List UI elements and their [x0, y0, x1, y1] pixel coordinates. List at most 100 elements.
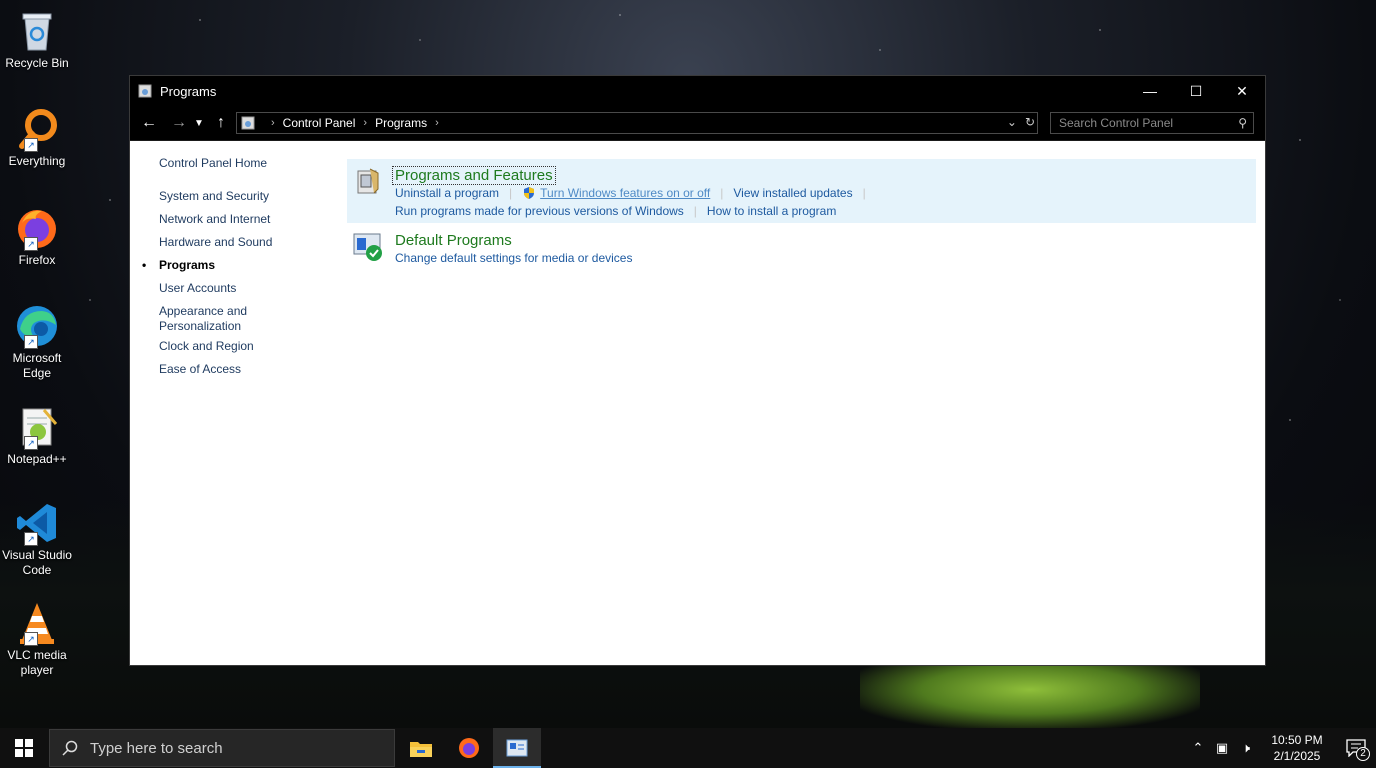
desktop-icon-everything[interactable]: ↗ Everything: [2, 106, 72, 169]
desktop-icon-microsoft-edge[interactable]: ↗ Microsoft Edge: [2, 303, 72, 381]
programs-and-features-link[interactable]: Programs and Features: [392, 166, 556, 185]
shortcut-arrow-icon: ↗: [24, 632, 38, 646]
nav-user-accounts[interactable]: User Accounts: [159, 281, 349, 304]
default-programs-link[interactable]: Default Programs: [395, 232, 512, 249]
link-separator: |: [862, 186, 866, 200]
clock-date: 2/1/2025: [1273, 749, 1321, 763]
nav-system-and-security[interactable]: System and Security: [159, 189, 349, 212]
minimize-button[interactable]: —: [1127, 76, 1173, 106]
desktop-icon-vlc-media-player[interactable]: ↗ VLC media player: [2, 600, 72, 678]
chevron-up-icon: ⌃: [1192, 740, 1204, 755]
window-titlebar[interactable]: Programs — ☐ ✕: [130, 76, 1265, 106]
desktop-icon-firefox[interactable]: ↗ Firefox: [2, 205, 72, 268]
desktop-icon-label: Everything: [8, 154, 66, 168]
desktop-icon-recycle-bin[interactable]: Recycle Bin: [2, 8, 72, 71]
windows-logo-icon: [15, 739, 33, 757]
shortcut-arrow-icon: ↗: [24, 436, 38, 450]
maximize-button[interactable]: ☐: [1173, 76, 1219, 106]
programs-and-features-links-row2: Run programs made for previous versions …: [395, 204, 836, 218]
minimize-icon: —: [1143, 83, 1157, 99]
default-programs-links: Change default settings for media or dev…: [395, 251, 632, 265]
arrow-up-icon: ↑: [217, 114, 225, 131]
notification-count-badge: 2: [1356, 747, 1370, 761]
change-default-settings-link[interactable]: Change default settings for media or dev…: [395, 251, 632, 265]
taskbar-search-placeholder: Type here to search: [90, 739, 223, 757]
search-icon: [62, 740, 78, 756]
shortcut-arrow-icon: ↗: [24, 138, 38, 152]
nav-clock-and-region[interactable]: Clock and Region: [159, 339, 349, 362]
start-button[interactable]: [0, 728, 48, 768]
taskbar-search-box[interactable]: Type here to search: [49, 729, 395, 767]
network-icon: ▣: [1215, 740, 1229, 755]
breadcrumb-separator-icon: ›: [435, 117, 439, 129]
system-tray: ⌃ ▣ 🕨 10:50 PM 2/1/2025 2: [1186, 728, 1376, 768]
show-hidden-icons-button[interactable]: ⌃: [1186, 740, 1210, 756]
breadcrumb-separator-icon: ›: [363, 117, 368, 129]
desktop-icon-label: Recycle Bin: [5, 56, 69, 70]
navigation-bar: ← → ▼ ↑ › Control Panel › Programs › ⌄ ↻…: [130, 106, 1265, 141]
network-button[interactable]: ▣: [1210, 740, 1234, 756]
wallpaper-tent-glow: [860, 664, 1200, 728]
uninstall-program-link[interactable]: Uninstall a program: [395, 186, 499, 200]
turn-windows-features-link[interactable]: Turn Windows features on or off: [540, 186, 710, 200]
nav-programs-current: Programs: [142, 258, 349, 281]
desktop-icon-notepad-plus-plus[interactable]: ↗ Notepad++: [2, 404, 72, 467]
vlc-icon: ↗: [14, 600, 60, 646]
taskbar-firefox[interactable]: [445, 728, 493, 768]
forward-button[interactable]: →: [167, 111, 191, 135]
programs-and-features-icon: [357, 168, 379, 194]
shortcut-arrow-icon: ↗: [24, 237, 38, 251]
link-separator: |: [509, 186, 513, 200]
breadcrumb-separator-icon: ›: [271, 117, 275, 129]
edge-icon: ↗: [14, 303, 60, 349]
chevron-down-icon: ▼: [194, 117, 204, 129]
refresh-button[interactable]: ↻: [1025, 115, 1035, 129]
view-installed-updates-link[interactable]: View installed updates: [733, 186, 852, 200]
taskbar-control-panel[interactable]: [493, 728, 541, 768]
nav-appearance-and-personalization[interactable]: Appearance and Personalization: [159, 304, 259, 339]
breadcrumb-programs[interactable]: Programs: [375, 116, 427, 130]
how-to-install-link[interactable]: How to install a program: [707, 204, 836, 218]
nav-network-and-internet[interactable]: Network and Internet: [159, 212, 349, 235]
notepad-plus-plus-icon: ↗: [14, 404, 60, 450]
nav-ease-of-access[interactable]: Ease of Access: [159, 362, 349, 385]
arrow-left-icon: ←: [141, 114, 157, 131]
address-bar[interactable]: › Control Panel › Programs › ⌄ ↻: [236, 112, 1038, 134]
link-separator: |: [693, 204, 697, 218]
programs-and-features-links-row1: Uninstall a program | Turn Windows featu…: [395, 186, 876, 200]
notification-center-button[interactable]: 2: [1336, 728, 1376, 768]
default-programs-icon: [353, 233, 382, 261]
control-panel-icon: [138, 84, 152, 98]
control-panel-icon: [506, 739, 528, 757]
desktop-icon-visual-studio-code[interactable]: ↗ Visual Studio Code: [2, 500, 72, 578]
nav-hardware-and-sound[interactable]: Hardware and Sound: [159, 235, 349, 258]
link-separator: |: [720, 186, 724, 200]
volume-button[interactable]: 🕨: [1234, 740, 1258, 756]
run-older-programs-link[interactable]: Run programs made for previous versions …: [395, 204, 684, 218]
breadcrumb-control-panel[interactable]: Control Panel: [283, 116, 356, 130]
taskbar-file-explorer[interactable]: [397, 728, 445, 768]
window-title: Programs: [160, 83, 217, 99]
desktop-icon-label: Firefox: [18, 253, 56, 267]
control-panel-window: Programs — ☐ ✕ ← → ▼ ↑ › Control Panel ›…: [129, 75, 1266, 666]
nav-control-panel-home[interactable]: Control Panel Home: [159, 156, 349, 179]
close-button[interactable]: ✕: [1219, 76, 1265, 106]
shortcut-arrow-icon: ↗: [24, 335, 38, 349]
firefox-icon: ↗: [14, 205, 60, 251]
shortcut-arrow-icon: ↗: [24, 532, 38, 546]
clock-time: 10:50 PM: [1271, 733, 1323, 747]
clock[interactable]: 10:50 PM 2/1/2025: [1264, 732, 1330, 764]
search-input[interactable]: [1051, 115, 1231, 131]
search-icon: ⚲: [1238, 116, 1247, 130]
left-navigation: Control Panel Home System and Security N…: [142, 156, 349, 385]
firefox-icon: [459, 738, 479, 758]
taskbar: Type here to search ⌃ ▣ 🕨 10:50 PM 2/1/2…: [0, 728, 1376, 768]
recent-locations-button[interactable]: ▼: [191, 111, 207, 135]
refresh-icon: ↻: [1024, 115, 1035, 129]
desktop-icon-label: Notepad++: [7, 452, 67, 466]
desktop-icon-label: Microsoft Edge: [12, 351, 62, 380]
back-button[interactable]: ←: [137, 111, 161, 135]
address-history-button[interactable]: ⌄: [1007, 115, 1017, 129]
search-box[interactable]: ⚲: [1050, 112, 1254, 134]
up-button[interactable]: ↑: [209, 111, 233, 135]
